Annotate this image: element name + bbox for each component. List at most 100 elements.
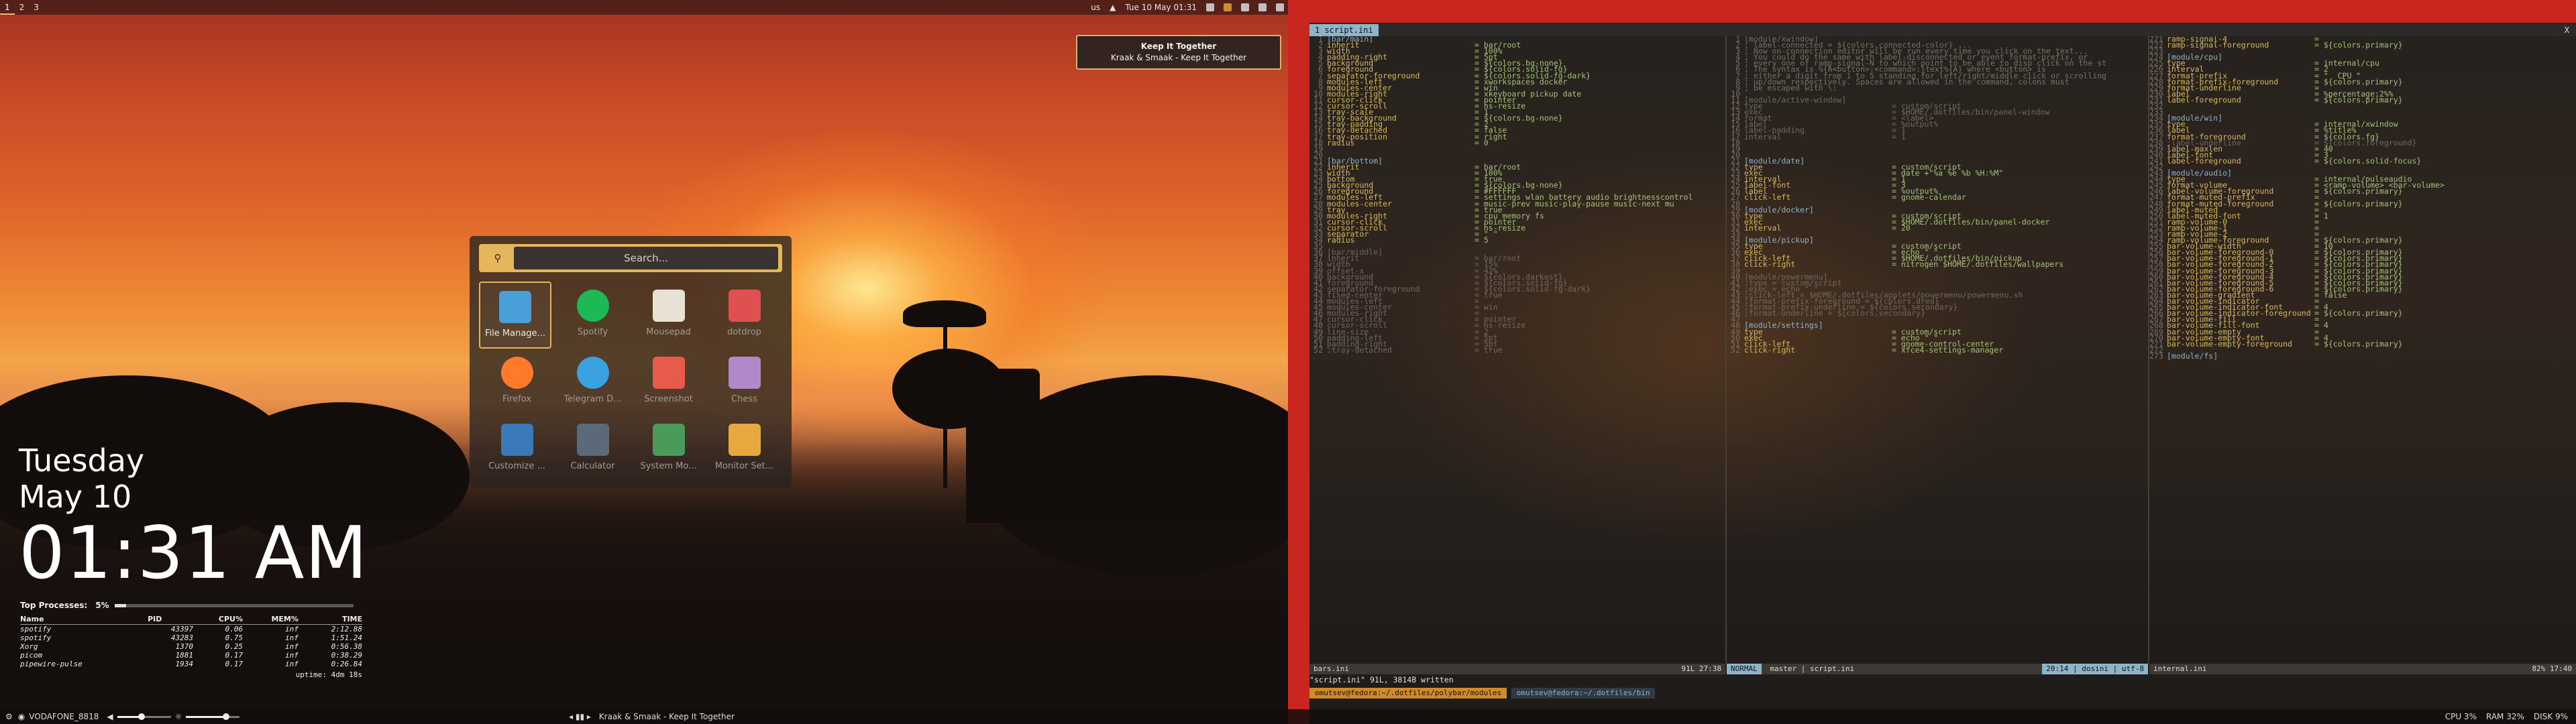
keyboard-layout[interactable]: us (1091, 3, 1100, 12)
config-value: = ${colors.primary} (2314, 40, 2403, 50)
config-key: ; be escaped with \: (1744, 82, 1837, 93)
config-key: type (1744, 101, 1763, 111)
editor-pane-script[interactable]: 1 [module/xwindow] 2; label-connected = ${… (1727, 36, 2148, 664)
wifi-ssid[interactable]: VODAFONE_8818 (29, 712, 99, 721)
table-cell: 0.06 (225, 625, 244, 634)
clock-widget: Tuesday May 10 01:31 AM (19, 442, 368, 591)
config-value: = 1 (1892, 131, 1906, 141)
volume-icon[interactable]: ◀ (107, 712, 113, 721)
nvim-cmdline[interactable]: "script.ini" 91L, 3814B written (1309, 674, 2576, 685)
config-value: = ${colors.primary} (2314, 339, 2403, 349)
cpu-indicator[interactable]: CPU 3% (2445, 709, 2477, 724)
statusline-pos: 91L 27:38 (1681, 664, 1721, 673)
clock-date[interactable]: Tue 10 May 01:31 (1125, 3, 1197, 12)
brightness-slider[interactable] (186, 713, 240, 720)
config-key: click-left (1744, 192, 1791, 202)
app-label: Monitor Set... (714, 461, 774, 471)
now-playing[interactable]: Kraak & Smaak - Keep It Together (599, 712, 735, 721)
statusline-middle: NORMAL master | script.ini 20:14 | dosin… (1727, 664, 2148, 674)
notification-title: Keep It Together (1140, 42, 1217, 51)
terminal-tab-active[interactable]: omutsev@fedora:~/.dotfiles/polybar/modul… (1309, 688, 1507, 699)
tab-script-ini[interactable]: 1 script.ini (1309, 24, 1379, 36)
music-controls: ◂ ▮▮ ▸ Kraak & Smaak - Keep It Together (569, 712, 735, 721)
app-chess[interactable]: Chess (706, 349, 782, 416)
app-notepad[interactable]: Mousepad (631, 282, 706, 349)
config-key: ;format-underline = ${colors.secondary} (1744, 308, 1926, 318)
vim-mode: NORMAL (1727, 664, 1762, 674)
workspace-1[interactable]: 1 (0, 0, 15, 15)
music-prev-icon[interactable]: ◂ (569, 712, 573, 721)
column-header: CPU% (193, 614, 243, 625)
config-key: label-foreground (2167, 95, 2241, 105)
table-cell: 0.17 (225, 660, 244, 668)
terminal-tab[interactable]: omutsev@fedora:~/.dotfiles/bin (1511, 688, 1656, 699)
app-calculator[interactable]: Calculator (555, 416, 631, 483)
process-table: Name PID CPU% MEM% TIME spotify 43397 0.06 inf 2… (20, 614, 362, 668)
config-key: interval (1744, 223, 1782, 233)
config-value: = date +"%a %e %b %H:%M" (1892, 168, 2004, 178)
config-key: ;tray-detached (1327, 345, 1392, 355)
app-spotify[interactable]: Spotify (555, 282, 631, 349)
table-cell: Xorg (20, 642, 38, 651)
spotify-tray-icon[interactable] (1206, 3, 1214, 11)
settings-icon[interactable]: ⚙ (5, 712, 13, 721)
cube-icon (728, 290, 761, 322)
app-display[interactable]: Monitor Set... (706, 416, 782, 483)
notification-popup[interactable]: Keep It Together Kraak & Smaak - Keep It… (1076, 35, 1281, 70)
ram-indicator[interactable]: RAM 32% (2486, 709, 2524, 724)
system-monitor-icon (652, 424, 685, 456)
window-border (1288, 23, 1309, 724)
chess-icon (728, 357, 761, 389)
app-folder[interactable]: File Manage... (479, 282, 551, 349)
editor-pane-bars[interactable]: 1 [bar/main] 2 inherit = bar/root 3 width = 100… (1309, 36, 1725, 664)
close-tab-icon[interactable]: X (2565, 24, 2569, 36)
editor-pane-internal[interactable]: 221 ramp-signal-4 = 222 ramp-signal-foregro… (2149, 36, 2576, 664)
app-customize[interactable]: Customize ... (479, 416, 555, 483)
music-next-icon[interactable]: ▸ (587, 712, 591, 721)
bluetooth-tray-icon[interactable] (1276, 3, 1284, 11)
workspace-3[interactable]: 3 (29, 0, 44, 15)
app-label: Screenshot (644, 394, 693, 404)
pickup-icon[interactable]: ▲ (1110, 3, 1116, 12)
updates-tray-icon[interactable] (1224, 3, 1232, 11)
network-tray-icon[interactable] (1241, 3, 1249, 11)
app-label: Spotify (577, 327, 608, 337)
table-cell: 0.17 (225, 651, 244, 660)
code-line: 52 ;tray-detached = true (1309, 345, 1725, 355)
statusline-fileinfo: 20:14 | dosini | utf-8 (2042, 664, 2148, 674)
code-line: 17 interval = 1 (1727, 131, 2148, 141)
config-value: = xfce4-settings-manager (1892, 345, 2004, 355)
statusline-left: bars.ini 91L 27:38 (1309, 664, 1725, 674)
code-line: 38 click-right = nitrogen $HOME/.dotfiles/… (1727, 261, 2148, 269)
wifi-icon[interactable]: ◉ (18, 712, 25, 721)
config-value: = ${colors.primary} (2314, 198, 2403, 208)
disk-indicator[interactable]: DISK 9% (2534, 709, 2568, 724)
table-cell: 0.75 (225, 634, 244, 642)
workspace-2[interactable]: 2 (15, 0, 30, 15)
table-row: Xorg 1370 0.25 inf 0:56.38 (20, 642, 362, 651)
table-cell: 0.25 (225, 642, 244, 651)
volume-slider[interactable] (117, 713, 171, 720)
code-line: 18 radius = 0 (1309, 139, 1725, 147)
config-value: = true (1474, 345, 1503, 355)
music-play-pause-icon[interactable]: ▮▮ (576, 712, 584, 721)
app-camera[interactable]: Screenshot (631, 349, 706, 416)
app-cube[interactable]: dotdrop (706, 282, 782, 349)
table-cell: inf (285, 634, 299, 642)
top-bar-right-monitor (1288, 0, 2576, 23)
table-cell: 1370 (175, 642, 194, 651)
column-header: TIME (298, 614, 362, 625)
brightness-icon[interactable]: ☼ (175, 712, 182, 721)
table-cell: inf (285, 651, 299, 660)
table-cell: 0:56.38 (331, 642, 362, 651)
app-firefox[interactable]: Firefox (479, 349, 555, 416)
app-system-monitor[interactable]: System Mo... (631, 416, 706, 483)
search-input[interactable]: Search... (514, 247, 778, 269)
clock-day: Tuesday (19, 442, 145, 479)
config-value: = ${colors.primary} (2314, 308, 2403, 318)
app-telegram[interactable]: Telegram D... (555, 349, 631, 416)
code-line: 27 click-left = gnome-calendar (1727, 192, 2148, 202)
table-row: spotify 43283 0.75 inf 1:51.24 (20, 634, 362, 642)
app-label: System Mo... (640, 461, 697, 471)
volume-tray-icon[interactable] (1258, 3, 1267, 11)
